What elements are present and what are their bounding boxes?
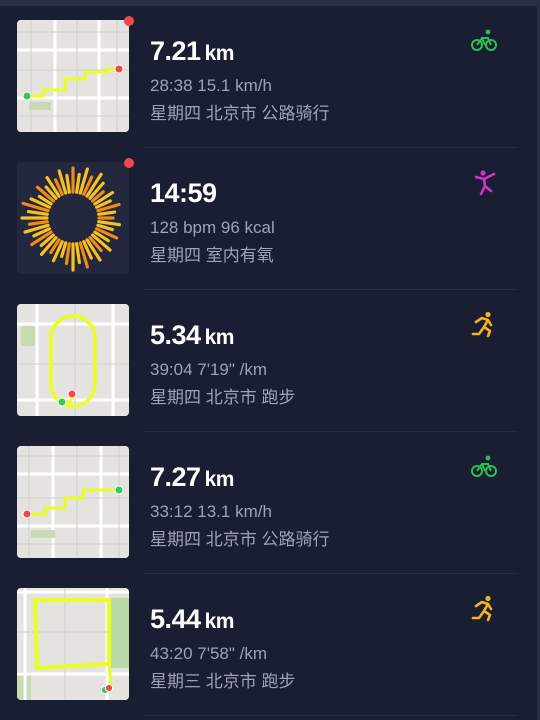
ring-spoke [27, 220, 49, 226]
activity-title: 5.44 km [150, 604, 234, 634]
activity-item[interactable]: 5.44 km 43:20 7'58" /km 星期三 北京市 跑步 [0, 574, 518, 716]
ring-spoke [75, 172, 81, 194]
unread-dot [124, 158, 134, 168]
running-icon [471, 595, 493, 622]
activity-subtitle: 星期四 北京市 公路骑行 [150, 104, 330, 123]
cycling-icon [471, 29, 497, 51]
activity-subtitle: 星期四 北京市 公路骑行 [150, 530, 330, 549]
ring-spoke [64, 242, 71, 266]
activity-subtitle: 星期四 室内有氧 [150, 246, 274, 265]
ring-spoke [26, 209, 49, 216]
activity-subtitle: 星期四 北京市 跑步 [150, 388, 296, 407]
activity-subtitle: 星期三 北京市 跑步 [150, 672, 296, 691]
activity-stats: 33:12 13.1 km/h [150, 502, 272, 521]
activity-title: 7.21 km [150, 36, 234, 66]
heart-rate-ring-thumbnail [17, 162, 129, 274]
divider [143, 715, 518, 716]
route-map-thumbnail [17, 446, 129, 558]
ring-spoke [75, 242, 82, 265]
activity-stats: 128 bpm 96 kcal [150, 218, 275, 237]
activity-item[interactable]: 7.27 km 33:12 13.1 km/h 星期四 北京市 公路骑行 [0, 432, 518, 574]
running-icon [471, 311, 493, 338]
activity-item[interactable]: 14:59 128 bpm 96 kcal 星期四 室内有氧 [0, 148, 518, 290]
route-map-thumbnail [17, 304, 129, 416]
ring-spoke [97, 220, 122, 227]
activity-title: 5.34 km [150, 320, 234, 350]
activity-list: 7.21 km 28:38 15.1 km/h 星期四 北京市 公路骑行 14:5… [0, 6, 518, 716]
activity-title: 14:59 [150, 178, 217, 208]
ring-spoke [97, 210, 117, 216]
activity-title: 7.27 km [150, 462, 234, 492]
route-map-thumbnail [17, 20, 129, 132]
activity-stats: 43:20 7'58" /km [150, 644, 268, 663]
route-map-thumbnail [17, 588, 129, 700]
activity-stats: 28:38 15.1 km/h [150, 76, 272, 95]
yoga-icon [474, 170, 496, 196]
activity-stats: 39:04 7'19" /km [150, 360, 268, 379]
cycling-icon [471, 455, 497, 477]
ring-spoke [65, 173, 71, 194]
activity-item[interactable]: 7.21 km 28:38 15.1 km/h 星期四 北京市 公路骑行 [0, 6, 518, 148]
activity-item[interactable]: 5.34 km 39:04 7'19" /km 星期四 北京市 跑步 [0, 290, 518, 432]
unread-dot [124, 16, 134, 26]
